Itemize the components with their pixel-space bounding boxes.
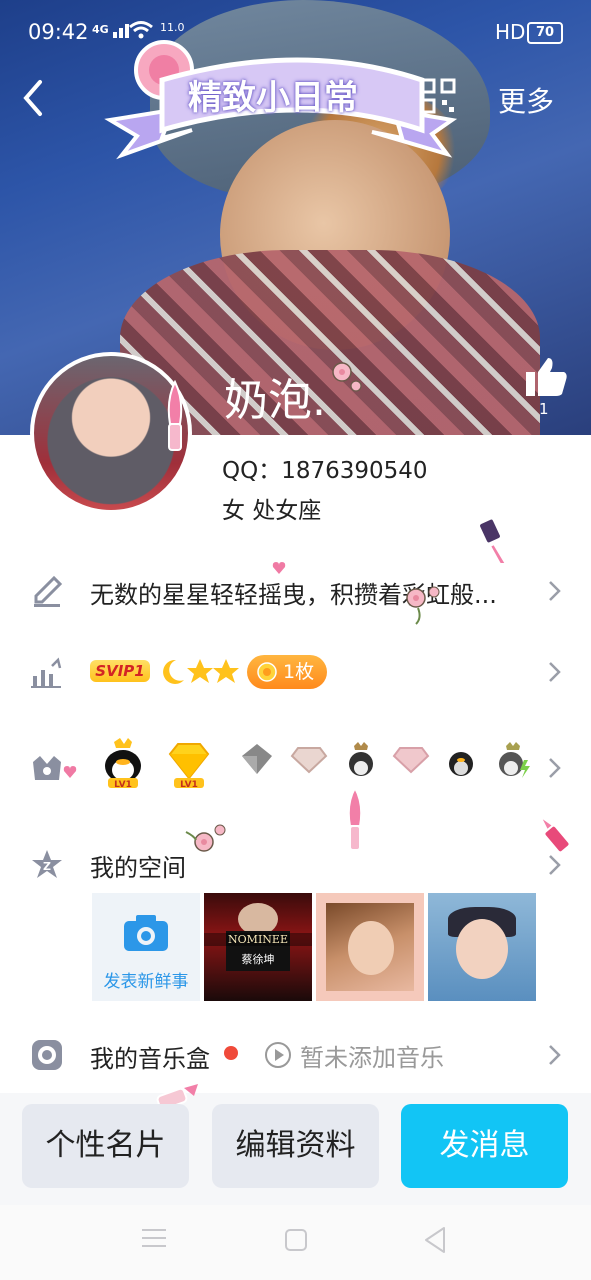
- chevron-left-icon: [23, 80, 42, 116]
- post-new-label: 发表新鲜事: [103, 972, 189, 992]
- lipstick-sticker-icon: [162, 379, 188, 456]
- home-icon[interactable]: [284, 1228, 308, 1252]
- battery-icon: 70: [527, 22, 563, 44]
- decoration-banner: 精致小日常: [102, 30, 462, 180]
- qr-code-button[interactable]: [420, 78, 456, 114]
- camera-icon: [124, 915, 168, 951]
- lightning-penguin-medal-icon: [499, 742, 530, 778]
- flower-sticker-icon: [396, 580, 446, 634]
- chevron-right-icon: [549, 855, 561, 875]
- star-icon: Z: [32, 850, 62, 878]
- nominee-name: 蔡徐坤: [241, 953, 275, 966]
- penguin-medal-icon: LV1: [105, 738, 141, 790]
- my-space-row[interactable]: [0, 832, 591, 892]
- nickname: 奶泡.: [224, 375, 326, 426]
- music-empty-text: 暂未添加音乐: [300, 1044, 444, 1072]
- gray-diamond-medal-icon: [242, 744, 272, 774]
- nominee-title: NOMINEE: [204, 933, 312, 946]
- like-count: 1: [539, 400, 549, 418]
- chevron-right-icon: [549, 662, 561, 682]
- space-photo[interactable]: [428, 893, 536, 1001]
- music-box-row[interactable]: [0, 1024, 591, 1084]
- hd-indicator: HD: [495, 20, 526, 44]
- like-button[interactable]: [524, 354, 570, 400]
- heart-sticker-icon: [63, 764, 77, 783]
- flower-sticker-icon: [326, 356, 366, 400]
- banner-text: 精致小日常: [188, 78, 358, 118]
- my-space-label: 我的空间: [90, 854, 186, 882]
- post-new-button[interactable]: 发表新鲜事: [92, 893, 200, 1001]
- coin-pill[interactable]: 1枚: [247, 655, 327, 689]
- coin-icon: [257, 662, 277, 682]
- svg-text:Z: Z: [43, 860, 51, 873]
- back-button[interactable]: [14, 78, 54, 118]
- qr-code-icon: [420, 78, 456, 114]
- edit-profile-button[interactable]: 编辑资料: [212, 1104, 379, 1188]
- back-nav-icon[interactable]: [422, 1226, 448, 1254]
- send-message-button[interactable]: 发消息: [401, 1104, 568, 1188]
- pencil-icon: [34, 575, 63, 607]
- status-time: 09:42: [28, 20, 89, 44]
- play-icon[interactable]: [264, 1041, 292, 1069]
- level-stars-icon: [162, 656, 242, 690]
- chevron-right-icon: [549, 1045, 561, 1065]
- diamond-medal-icon: LV1: [168, 743, 210, 790]
- chevron-right-icon: [549, 758, 561, 778]
- music-disc-icon: [32, 1040, 62, 1070]
- black-penguin-medal-icon: [449, 752, 473, 776]
- more-button[interactable]: 更多: [498, 80, 554, 120]
- new-indicator-dot: [224, 1046, 238, 1060]
- flower-sticker-icon: [180, 822, 228, 872]
- gender-zodiac: 女 处女座: [222, 498, 322, 524]
- coin-count: 1枚: [283, 661, 315, 683]
- heart-sticker-icon: [272, 560, 286, 579]
- space-photo[interactable]: [316, 893, 424, 1001]
- thumbs-up-icon: [526, 358, 567, 396]
- chevron-right-icon: [549, 581, 561, 601]
- space-photo[interactable]: NOMINEE 蔡徐坤: [204, 893, 312, 1001]
- svip-badge: SVIP1: [90, 660, 150, 682]
- crown-penguin-medal-icon: [349, 742, 373, 776]
- music-box-label: 我的音乐盒: [90, 1045, 210, 1073]
- menu-icon[interactable]: [140, 1226, 168, 1250]
- profile-card-button[interactable]: 个性名片: [22, 1104, 189, 1188]
- level-chart-icon: [31, 657, 62, 688]
- crown-icon: [33, 756, 61, 780]
- pink-diamond-medal-icon: [290, 747, 328, 774]
- qq-number: QQ：1876390540: [222, 458, 428, 484]
- medal-level-label: LV1: [114, 780, 132, 790]
- rose-diamond-medal-icon: [392, 747, 430, 774]
- medal-level-label: LV1: [180, 780, 198, 790]
